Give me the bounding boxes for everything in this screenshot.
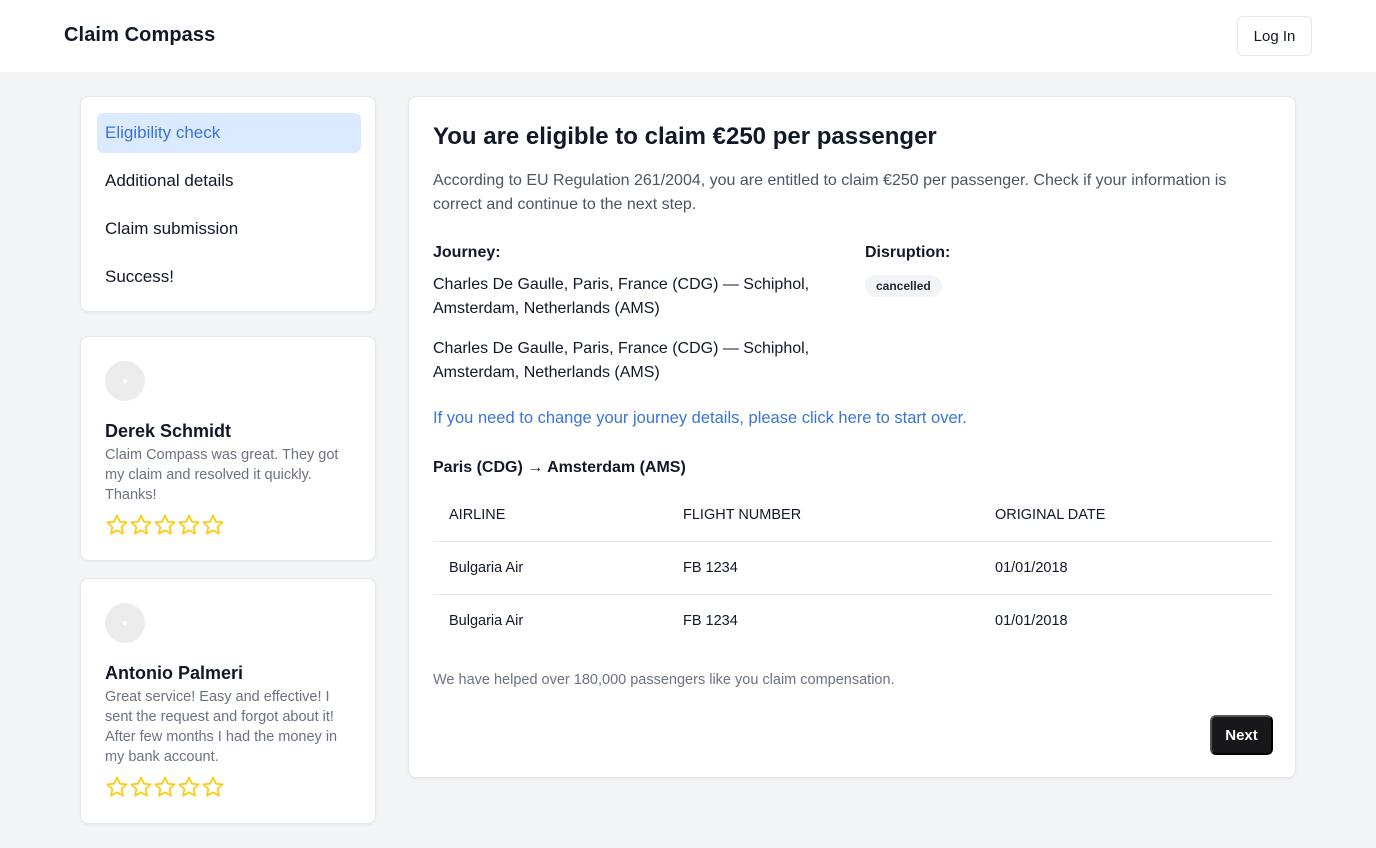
page-title: You are eligible to claim €250 per passe…	[433, 123, 937, 150]
reviewer-name: Derek Schmidt	[105, 421, 232, 441]
steps-sidebar: Eligibility check Additional details Cla…	[80, 96, 376, 312]
avatar	[105, 361, 145, 401]
avatar	[105, 603, 145, 643]
step-additional-details[interactable]: Additional details	[97, 161, 361, 201]
star-outline-icon	[178, 514, 200, 535]
login-button[interactable]: Log In	[1237, 16, 1312, 56]
cell-original-date: 01/01/2018	[995, 613, 1068, 629]
flights-table: AIRLINE FLIGHT NUMBER ORIGINAL DATE Bulg…	[433, 489, 1273, 648]
cell-flight-number: FB 1234	[683, 560, 738, 576]
rating-stars	[105, 775, 225, 799]
table-row: Bulgaria Air FB 1234 01/01/2018	[433, 595, 1273, 648]
review-card: Antonio Palmeri Great service! Easy and …	[80, 578, 376, 824]
step-eligibility-check[interactable]: Eligibility check	[97, 113, 361, 153]
star-outline-icon	[130, 776, 152, 797]
star-outline-icon	[154, 776, 176, 797]
top-header: Claim Compass Log In	[0, 0, 1376, 72]
journey-label: Journey:	[433, 244, 501, 261]
column-header-original-date: ORIGINAL DATE	[995, 507, 1106, 523]
review-text: Great service! Easy and effective! I sen…	[105, 689, 338, 765]
journey-item: Charles De Gaulle, Paris, France (CDG) —…	[433, 276, 810, 317]
status-badge: cancelled	[865, 275, 942, 297]
cell-original-date: 01/01/2018	[995, 560, 1068, 576]
star-outline-icon	[178, 776, 200, 797]
column-header-airline: AIRLINE	[449, 507, 506, 523]
table-header-row: AIRLINE FLIGHT NUMBER ORIGINAL DATE	[433, 489, 1273, 542]
star-outline-icon	[202, 514, 224, 535]
step-claim-submission[interactable]: Claim submission	[97, 209, 361, 249]
review-text: Claim Compass was great. They got my cla…	[105, 447, 339, 503]
route-heading: Paris (CDG) → Amsterdam (AMS)	[433, 459, 686, 476]
star-outline-icon	[106, 514, 128, 535]
social-proof-text: We have helped over 180,000 passengers l…	[433, 672, 895, 688]
cell-airline: Bulgaria Air	[449, 613, 524, 629]
reviewer-name: Antonio Palmeri	[105, 663, 244, 683]
journey-item: Charles De Gaulle, Paris, France (CDG) —…	[433, 340, 810, 381]
star-outline-icon	[106, 776, 128, 797]
star-outline-icon	[130, 514, 152, 535]
star-outline-icon	[202, 776, 224, 797]
brand-logo-text[interactable]: Claim Compass	[64, 24, 215, 47]
step-success[interactable]: Success!	[97, 257, 361, 297]
cell-airline: Bulgaria Air	[449, 560, 524, 576]
eligibility-panel: You are eligible to claim €250 per passe…	[408, 96, 1296, 778]
star-outline-icon	[154, 514, 176, 535]
cell-flight-number: FB 1234	[683, 613, 738, 629]
disruption-label: Disruption:	[865, 244, 951, 261]
start-over-link[interactable]: If you need to change your journey detai…	[433, 409, 967, 428]
intro-text: According to EU Regulation 261/2004, you…	[433, 172, 1227, 213]
rating-stars	[105, 513, 225, 537]
next-button[interactable]: Next	[1210, 715, 1273, 755]
column-header-flight-number: FLIGHT NUMBER	[683, 507, 802, 523]
table-row: Bulgaria Air FB 1234 01/01/2018	[433, 542, 1273, 595]
review-card: Derek Schmidt Claim Compass was great. T…	[80, 336, 376, 561]
